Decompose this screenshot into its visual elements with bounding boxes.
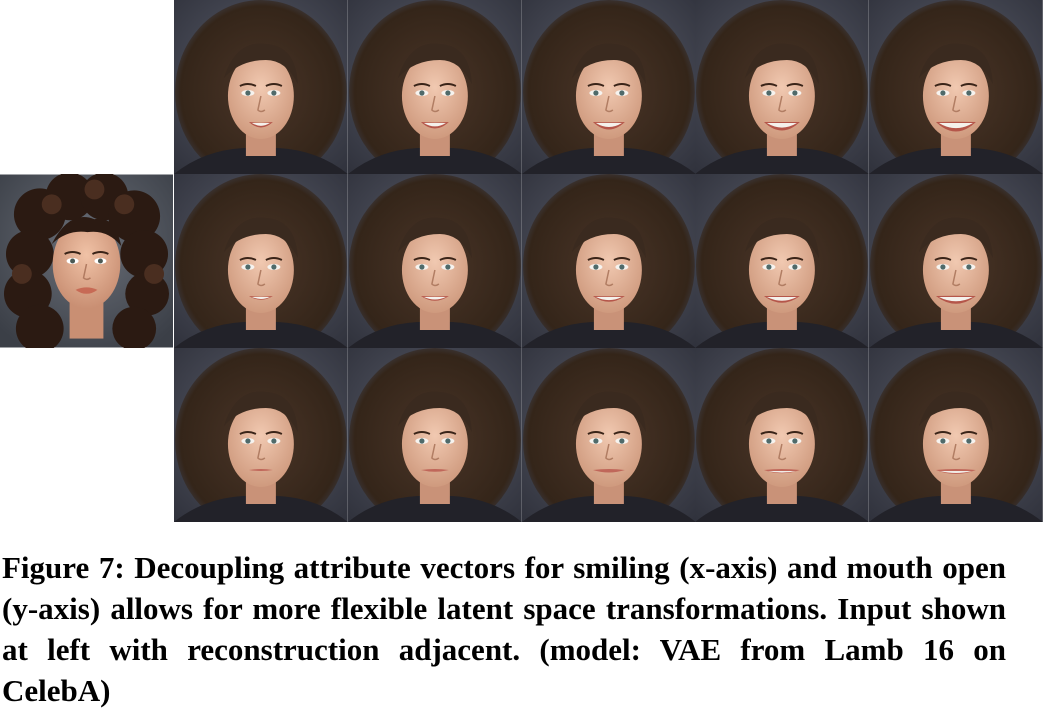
face-cell-mouth-open-low-smile-4 bbox=[695, 348, 870, 522]
face-cell-mouth-open-medium-smile-5 bbox=[869, 174, 1043, 348]
output-face-grid bbox=[174, 0, 1043, 522]
face-cell-mouth-open-high-smile-3 bbox=[521, 0, 696, 174]
generated-portrait-icon bbox=[521, 348, 696, 522]
generated-portrait-icon bbox=[174, 0, 348, 174]
figure-7 bbox=[0, 0, 1043, 522]
generated-portrait-icon bbox=[174, 348, 348, 522]
face-cell-mouth-open-high-smile-4 bbox=[695, 0, 870, 174]
generated-portrait-icon bbox=[869, 348, 1043, 522]
generated-portrait-icon bbox=[695, 174, 870, 348]
face-cell-mouth-open-medium-smile-2 bbox=[347, 174, 522, 348]
face-cell-mouth-open-medium-smile-1 bbox=[174, 174, 348, 348]
face-cell-mouth-open-low-smile-5 bbox=[869, 348, 1043, 522]
input-face-image bbox=[0, 174, 173, 348]
face-cell-mouth-open-medium-smile-4 bbox=[695, 174, 870, 348]
generated-portrait-icon bbox=[347, 174, 522, 348]
face-cell-mouth-open-low-smile-2 bbox=[347, 348, 522, 522]
generated-portrait-icon bbox=[347, 348, 522, 522]
generated-portrait-icon bbox=[869, 0, 1043, 174]
generated-portrait-icon bbox=[174, 174, 348, 348]
generated-portrait-icon bbox=[521, 0, 696, 174]
face-cell-mouth-open-high-smile-1 bbox=[174, 0, 348, 174]
generated-portrait-icon bbox=[869, 174, 1043, 348]
face-cell-mouth-open-low-smile-1 bbox=[174, 348, 348, 522]
face-cell-mouth-open-high-smile-2 bbox=[347, 0, 522, 174]
generated-portrait-icon bbox=[695, 348, 870, 522]
face-cell-mouth-open-high-smile-5 bbox=[869, 0, 1043, 174]
face-cell-mouth-open-low-smile-3 bbox=[521, 348, 696, 522]
face-cell-mouth-open-medium-smile-3 bbox=[521, 174, 696, 348]
figure-caption: Figure 7: Decoupling attribute vectors f… bbox=[2, 550, 1006, 708]
input-portrait-icon bbox=[0, 174, 173, 348]
generated-portrait-icon bbox=[347, 0, 522, 174]
generated-portrait-icon bbox=[695, 0, 870, 174]
generated-portrait-icon bbox=[521, 174, 696, 348]
